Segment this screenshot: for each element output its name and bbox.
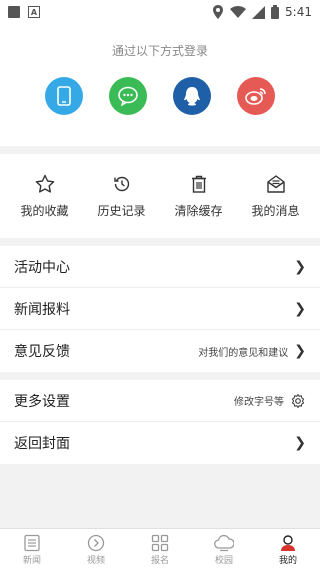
nav-item-video[interactable]: 视频 xyxy=(64,529,128,570)
menu-item-activity-center[interactable]: 活动中心 ❯ xyxy=(0,246,320,288)
profile-icon xyxy=(281,534,295,551)
nav-label: 报名 xyxy=(150,555,169,566)
menu-item-hint: 修改字号等 xyxy=(234,397,284,408)
weibo-login-button[interactable] xyxy=(237,77,275,115)
location-icon xyxy=(213,5,224,19)
qq-icon xyxy=(184,87,200,106)
nav-item-campus[interactable]: 校园 xyxy=(192,529,256,570)
qq-login-button[interactable] xyxy=(173,77,211,115)
menu-group-1: 活动中心 ❯ 新闻报料 ❯ 意见反馈 对我们的意见和建议 ❯ xyxy=(0,246,320,372)
a-badge-icon: A xyxy=(28,6,40,18)
wechat-icon xyxy=(118,86,138,106)
login-title: 通过以下方式登录 xyxy=(111,44,208,58)
menu-item-news-tip[interactable]: 新闻报料 ❯ xyxy=(0,288,320,330)
section-divider xyxy=(0,146,320,154)
menu-item-more-settings[interactable]: 更多设置 修改字号等 xyxy=(0,380,320,422)
section-divider xyxy=(0,238,320,246)
message-icon xyxy=(266,174,285,193)
chevron-right-icon: ❯ xyxy=(294,343,306,359)
wechat-login-button[interactable] xyxy=(109,77,147,115)
menu-item-return-cover[interactable]: 返回封面 ❯ xyxy=(0,422,320,464)
quick-actions: 我的收藏 历史记录 清除缓存 我的消息 xyxy=(0,154,320,238)
messages-label: 我的消息 xyxy=(251,203,300,218)
star-icon xyxy=(35,174,54,193)
gear-icon xyxy=(291,393,305,408)
login-section: 通过以下方式登录 xyxy=(0,24,320,146)
chevron-right-icon: ❯ xyxy=(294,300,306,317)
bottom-nav: 新闻 视频 报名 校园 我的 xyxy=(0,528,320,570)
menu-item-label: 返回封面 xyxy=(14,436,70,452)
menu-item-label: 意见反馈 xyxy=(14,344,70,360)
nav-item-news[interactable]: 新闻 xyxy=(0,529,64,570)
cloud-icon xyxy=(214,534,234,551)
messages-button[interactable]: 我的消息 xyxy=(240,174,312,219)
nav-label: 新闻 xyxy=(22,555,41,566)
status-bar: A 5:41 xyxy=(0,0,320,24)
section-divider xyxy=(0,372,320,380)
favorites-button[interactable]: 我的收藏 xyxy=(9,174,81,219)
history-label: 历史记录 xyxy=(97,203,146,218)
notification-square-icon xyxy=(8,6,20,18)
nav-label: 视频 xyxy=(86,555,105,566)
battery-icon xyxy=(271,5,280,19)
login-methods xyxy=(0,77,320,115)
menu-item-hint: 对我们的意见和建议 xyxy=(198,347,289,359)
nav-label: 校园 xyxy=(214,555,233,566)
video-icon xyxy=(87,534,105,551)
signal-icon xyxy=(252,5,266,19)
phone-login-button[interactable] xyxy=(45,77,83,115)
trash-icon xyxy=(191,175,206,193)
clear-cache-button[interactable]: 清除缓存 xyxy=(163,174,235,219)
history-icon xyxy=(113,176,129,191)
nav-item-mine[interactable]: 我的 xyxy=(256,529,320,570)
wifi-icon xyxy=(230,6,247,18)
clock: 5:41 xyxy=(285,5,312,19)
chevron-right-icon: ❯ xyxy=(294,435,306,451)
phone-icon xyxy=(57,86,71,106)
nav-label: 我的 xyxy=(278,555,297,566)
grid-icon xyxy=(151,534,169,551)
weibo-icon xyxy=(245,88,266,105)
clear-cache-label: 清除缓存 xyxy=(174,203,223,218)
menu-item-label: 活动中心 xyxy=(14,259,70,276)
nav-item-signup[interactable]: 报名 xyxy=(128,529,192,570)
news-icon xyxy=(24,534,40,551)
favorites-label: 我的收藏 xyxy=(20,203,69,218)
history-button[interactable]: 历史记录 xyxy=(86,174,158,219)
menu-item-label: 新闻报料 xyxy=(14,301,70,318)
chevron-right-icon: ❯ xyxy=(294,258,306,275)
menu-item-label: 更多设置 xyxy=(14,393,70,410)
menu-group-2: 更多设置 修改字号等 返回封面 ❯ xyxy=(0,380,320,464)
menu-item-feedback[interactable]: 意见反馈 对我们的意见和建议 ❯ xyxy=(0,330,320,372)
